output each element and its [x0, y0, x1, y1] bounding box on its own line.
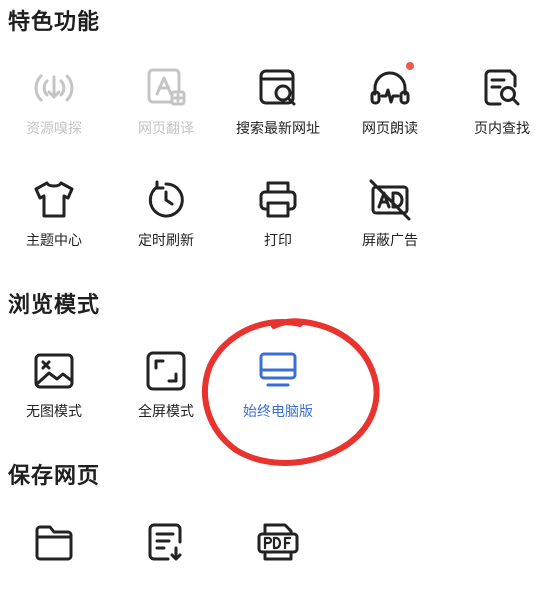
pdf-icon	[256, 520, 300, 564]
tile-always-desktop-version[interactable]: 始终电脑版	[228, 349, 328, 441]
notification-dot	[406, 62, 414, 70]
tile-label: 页内查找	[474, 121, 530, 137]
save-text-icon	[144, 520, 188, 564]
tile-label: 定时刷新	[138, 233, 194, 249]
tile-block-ads[interactable]: 屏蔽广告	[340, 178, 440, 270]
section-title-browse-mode: 浏览模式	[8, 293, 101, 318]
section-title-features: 特色功能	[8, 10, 101, 35]
tile-label: 无图模式	[26, 404, 82, 420]
fullscreen-icon	[144, 349, 188, 393]
tile-label: 网页翻译	[138, 121, 194, 137]
tile-print[interactable]: 打印	[228, 178, 328, 270]
tile-web-translate[interactable]: 网页翻译	[116, 66, 216, 158]
sniff-icon	[32, 66, 76, 110]
no-image-icon	[32, 349, 76, 393]
tile-label: 打印	[264, 233, 292, 249]
tile-theme-center[interactable]: 主题中心	[4, 178, 104, 270]
tile-label: 全屏模式	[138, 404, 194, 420]
printer-icon	[256, 178, 300, 222]
tile-label: 网页朗读	[362, 121, 418, 137]
tile-label: 屏蔽广告	[362, 233, 418, 249]
tile-label: 主题中心	[26, 233, 82, 249]
timer-refresh-icon	[144, 178, 188, 222]
tile-label: 资源嗅探	[26, 121, 82, 137]
tile-search-latest-url[interactable]: 搜索最新网址	[228, 66, 328, 158]
tile-label: 始终电脑版	[243, 404, 313, 420]
folder-icon	[32, 520, 76, 564]
section-title-save-page: 保存网页	[8, 464, 101, 489]
tile-save-text[interactable]	[116, 520, 216, 612]
desktop-icon	[256, 349, 300, 393]
find-in-page-icon	[480, 66, 524, 110]
tile-read-aloud[interactable]: 网页朗读	[340, 62, 440, 158]
tile-save-pdf[interactable]	[228, 520, 328, 612]
web-search-icon	[256, 66, 300, 110]
tile-save-folder[interactable]	[4, 520, 104, 612]
tile-label: 搜索最新网址	[236, 121, 320, 137]
tile-timed-refresh[interactable]: 定时刷新	[116, 178, 216, 270]
headphones-icon	[368, 62, 414, 110]
tshirt-icon	[32, 178, 76, 222]
tile-find-in-page[interactable]: 页内查找	[452, 66, 544, 158]
tile-fullscreen-mode[interactable]: 全屏模式	[116, 349, 216, 441]
tile-resource-sniff[interactable]: 资源嗅探	[4, 66, 104, 158]
translate-icon	[144, 66, 188, 110]
tile-no-image-mode[interactable]: 无图模式	[4, 349, 104, 441]
ad-block-icon	[368, 178, 412, 222]
